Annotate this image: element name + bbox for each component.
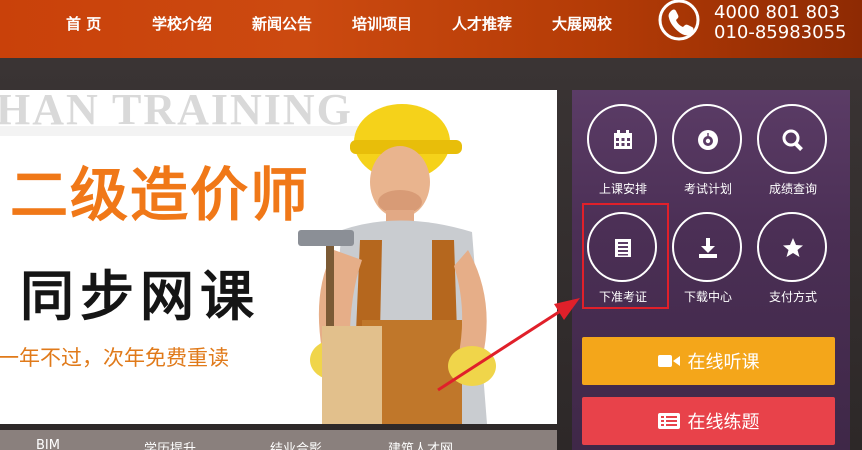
service-download-center[interactable]: 下载中心 [670, 206, 746, 306]
nav-item-talent[interactable]: 人才推荐 [452, 12, 512, 36]
service-circle [672, 104, 742, 174]
nav-item-home[interactable]: 首 页 [66, 12, 101, 36]
link-degree[interactable]: 学历提升 [144, 438, 196, 450]
annotation-arrow [437, 298, 580, 392]
list-icon [657, 413, 680, 429]
nav-item-news[interactable]: 新闻公告 [252, 12, 312, 36]
nav-item-school-intro[interactable]: 学校介绍 [152, 12, 212, 36]
service-label: 上课安排 [598, 182, 647, 196]
nav-item-training[interactable]: 培训项目 [352, 12, 412, 36]
highlight-box [582, 203, 669, 309]
service-circle [672, 212, 742, 282]
online-practice-button[interactable]: 在线练题 [582, 397, 835, 445]
service-payment-methods[interactable]: 支付方式 [755, 206, 831, 306]
service-class-schedule[interactable]: 上课安排 [585, 98, 661, 198]
nav-item-online-school[interactable]: 大展网校 [552, 12, 612, 36]
video-camera-icon [657, 355, 680, 367]
service-exam-plan[interactable]: 考试计划 [670, 98, 746, 198]
service-label: 支付方式 [768, 290, 817, 304]
service-circle [757, 104, 827, 174]
phone-number-hotline: 4000 801 803 [714, 2, 840, 23]
online-class-label: 在线听课 [687, 352, 760, 373]
banner-title: 二级造价师 [10, 161, 311, 229]
online-class-button[interactable]: 在线听课 [582, 337, 835, 385]
gauge-icon [698, 130, 718, 150]
link-talent-network[interactable]: 建筑人才网 [388, 438, 453, 450]
phone-icon [658, 0, 700, 41]
banner-tagline: 一年不过，次年免费重读 [0, 346, 229, 370]
online-practice-label: 在线练题 [687, 412, 760, 433]
download-icon [699, 238, 717, 258]
search-icon [782, 129, 803, 151]
service-label: 考试计划 [683, 182, 732, 196]
link-bim[interactable]: BIM [36, 438, 60, 450]
link-graduation-photo[interactable]: 结业合影 [270, 438, 322, 450]
service-label: 成绩查询 [768, 182, 817, 196]
banner-subtitle: 同步网课 [20, 265, 260, 328]
service-circle [757, 212, 827, 282]
calendar-icon [614, 130, 632, 149]
service-score-query[interactable]: 成绩查询 [755, 98, 831, 198]
service-circle [587, 104, 657, 174]
header-bar: 首 页 学校介绍 新闻公告 培训项目 人才推荐 大展网校 4000 801 80… [0, 0, 862, 58]
service-label: 下载中心 [683, 290, 732, 304]
phone-number-landline: 010-85983055 [714, 22, 847, 43]
bottom-links-strip: BIM 学历提升 结业合影 建筑人才网 [0, 430, 557, 450]
star-icon [783, 238, 803, 257]
